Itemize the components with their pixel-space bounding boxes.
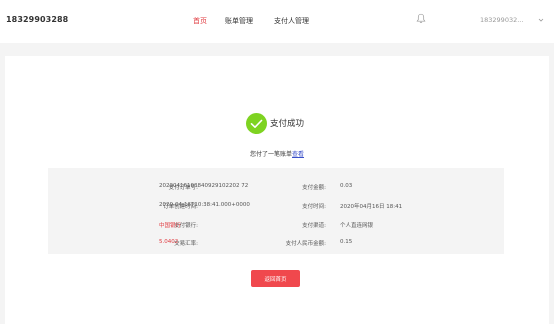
bank-value: 中国银行 bbox=[159, 223, 182, 229]
top-bar: 18329903288 首页 账单管理 支付人管理 183299032... bbox=[0, 0, 554, 43]
channel-value: 个人直连网银 bbox=[340, 223, 374, 229]
chevron-down-icon[interactable] bbox=[537, 16, 545, 24]
order-no-value: 20200416103840929102202 72 bbox=[159, 183, 249, 189]
result-subtitle: 您付了一笔账单查看 bbox=[0, 149, 554, 158]
payment-details: 支付订单号: 20200416103840929102202 72 支付金额: … bbox=[48, 168, 504, 254]
amount-label: 支付金额: bbox=[302, 185, 326, 191]
nav-home[interactable]: 首页 bbox=[193, 16, 207, 26]
nav-bill-management[interactable]: 账单管理 bbox=[225, 16, 253, 26]
success-title: 支付成功 bbox=[270, 119, 305, 129]
check-circle-icon bbox=[246, 113, 267, 134]
return-home-button[interactable]: 返回首页 bbox=[251, 270, 300, 287]
pay-time-value: 2020年04月16日 18:41 bbox=[340, 204, 403, 210]
detail-row: 订单创建时间: 2020-04-16T10:38:41.000+0000 支付时… bbox=[48, 202, 504, 214]
exchange-rate-value: 5.0402 bbox=[159, 239, 179, 245]
user-menu[interactable]: 183299032... bbox=[480, 16, 523, 24]
pay-time-label: 支付时间: bbox=[302, 204, 326, 210]
rmb-amount-label: 支付人民币金额: bbox=[285, 241, 326, 247]
created-time-value: 2020-04-16T10:38:41.000+0000 bbox=[159, 202, 250, 208]
subtitle-text: 您付了一笔账单 bbox=[249, 151, 292, 158]
channel-label: 支付渠道: bbox=[302, 223, 326, 229]
rmb-amount-value: 0.15 bbox=[340, 239, 353, 245]
main-nav: 首页 账单管理 支付人管理 bbox=[0, 16, 554, 28]
bell-icon[interactable] bbox=[416, 13, 426, 24]
amount-value: 0.03 bbox=[340, 183, 353, 189]
detail-row: 支付订单号: 20200416103840929102202 72 支付金额: … bbox=[48, 183, 504, 195]
detail-row: 交易汇率: 5.0402 支付人民币金额: 0.15 bbox=[48, 239, 504, 251]
detail-row: 支付银行: 中国银行 支付渠道: 个人直连网银 bbox=[48, 221, 504, 233]
view-bill-link[interactable]: 查看 bbox=[292, 151, 304, 158]
nav-payer-management[interactable]: 支付人管理 bbox=[274, 16, 309, 26]
